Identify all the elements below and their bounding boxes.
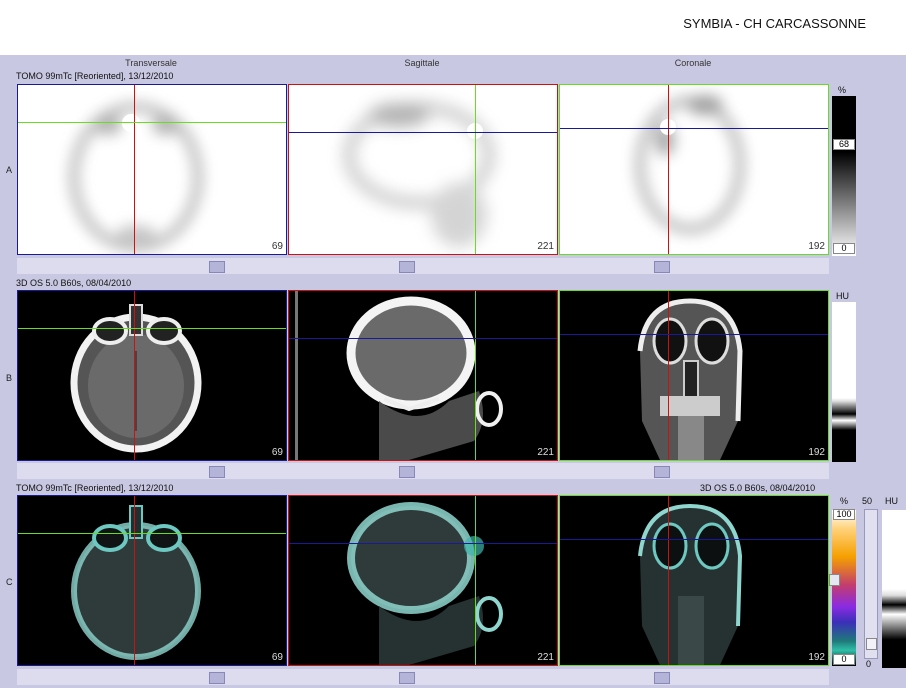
slice-scroll-thumb-coronal[interactable] [654, 466, 670, 478]
slice-number: 192 [808, 241, 825, 252]
slice-scroll-thumb-coronal[interactable] [654, 261, 670, 273]
crosshair-vertical[interactable] [134, 85, 135, 254]
row-letter-c: C [6, 577, 13, 587]
crosshair-vertical[interactable] [475, 291, 476, 460]
viewport-b-sagittal[interactable]: 221 [288, 290, 558, 461]
crosshair-horizontal[interactable] [18, 122, 286, 123]
slice-scroll-thumb-transversal[interactable] [209, 466, 225, 478]
slice-number: 221 [537, 241, 554, 252]
crosshair-vertical[interactable] [668, 85, 669, 254]
slice-scroll-thumb-sagittal[interactable] [399, 466, 415, 478]
crosshair-horizontal[interactable] [560, 128, 828, 129]
colorbar-a-unit: % [838, 85, 847, 95]
crosshair-horizontal[interactable] [560, 539, 828, 540]
slice-scroll-thumb-sagittal[interactable] [399, 261, 415, 273]
colorbar-b-unit: HU [836, 291, 849, 301]
crosshair-vertical[interactable] [475, 85, 476, 254]
column-label-coronal: Coronale [674, 58, 712, 68]
crosshair-vertical[interactable] [668, 496, 669, 665]
row-letter-a: A [6, 165, 13, 175]
row-letter-b: B [6, 373, 13, 383]
fusion-coronal-image [638, 503, 743, 665]
colorbar-c-slider-handle[interactable] [829, 574, 840, 586]
slice-scrollbar-row-a[interactable] [17, 258, 829, 274]
spect-sagittal-image [344, 102, 494, 247]
colorbar-b[interactable] [832, 302, 856, 462]
viewport-c-coronal[interactable]: 192 [559, 495, 829, 666]
series-label-row-b: 3D OS 5.0 B60s, 08/04/2010 [16, 278, 132, 288]
spect-transversal-image [69, 102, 203, 252]
slice-number: 192 [808, 652, 825, 663]
slice-number: 221 [537, 447, 554, 458]
viewport-b-coronal[interactable]: 192 [559, 290, 829, 461]
slice-scroll-thumb-sagittal[interactable] [399, 672, 415, 684]
slice-scroll-thumb-transversal[interactable] [209, 261, 225, 273]
crosshair-horizontal[interactable] [560, 334, 828, 335]
colorbar-c-max[interactable]: 100 [833, 509, 855, 520]
viewport-a-coronal[interactable]: 192 [559, 84, 829, 255]
colorbar-c-scale-bottom: 0 [866, 659, 872, 669]
colorbar-c-ct[interactable] [882, 510, 906, 668]
crosshair-horizontal[interactable] [289, 543, 557, 544]
crosshair-vertical[interactable] [475, 496, 476, 665]
viewport-a-sagittal[interactable]: 221 [288, 84, 558, 255]
viewport-c-sagittal[interactable]: 221 [288, 495, 558, 666]
crosshair-vertical[interactable] [134, 496, 135, 665]
column-label-transversal: Transversale [125, 58, 177, 68]
colorbar-a-min[interactable]: 0 [833, 243, 855, 254]
series-label-row-c-right: 3D OS 5.0 B60s, 08/04/2010 [700, 483, 816, 493]
slice-number: 69 [271, 241, 283, 252]
slice-number: 221 [537, 652, 554, 663]
ct-transversal-image [70, 304, 202, 453]
series-label-row-c-left: TOMO 99mTc [Reoriented], 13/12/2010 [16, 483, 174, 493]
blend-slider-track[interactable] [864, 509, 878, 659]
crosshair-horizontal[interactable] [18, 328, 286, 329]
colorbar-c-pet[interactable] [832, 510, 856, 666]
app-header: SYMBIA - CH CARCASSONNE [0, 0, 906, 55]
viewport-c-transversal[interactable]: 69 [17, 495, 287, 666]
ct-sagittal-image [295, 291, 503, 460]
ct-coronal-image [637, 298, 743, 460]
colorbar-c-min[interactable]: 0 [833, 654, 855, 665]
blend-slider-thumb[interactable] [866, 638, 877, 650]
slice-scrollbar-row-b[interactable] [17, 463, 829, 479]
column-label-sagittal: Sagittale [404, 58, 440, 68]
slice-scrollbar-row-c[interactable] [17, 669, 829, 685]
slice-scroll-thumb-coronal[interactable] [654, 672, 670, 684]
fusion-transversal-image [71, 505, 201, 660]
viewport-b-transversal[interactable]: 69 [17, 290, 287, 461]
series-label-row-a: TOMO 99mTc [Reoriented], 13/12/2010 [16, 71, 174, 81]
slice-number: 192 [808, 447, 825, 458]
viewport-a-transversal[interactable]: 69 [17, 84, 287, 255]
colorbar-a-level[interactable]: 68 [833, 139, 855, 150]
slice-scroll-thumb-transversal[interactable] [209, 672, 225, 684]
slice-number: 69 [271, 652, 283, 663]
site-title: SYMBIA - CH CARCASSONNE [683, 16, 866, 31]
colorbar-c-unit-left: % [840, 496, 849, 506]
crosshair-horizontal[interactable] [289, 338, 557, 339]
colorbar-c-scale-top: 50 [862, 496, 873, 506]
crosshair-horizontal[interactable] [18, 533, 286, 534]
fusion-sagittal-image [347, 502, 503, 665]
crosshair-vertical[interactable] [668, 291, 669, 460]
spect-coronal-image [635, 95, 745, 234]
colorbar-c-unit-right: HU [885, 496, 898, 506]
crosshair-horizontal[interactable] [289, 132, 557, 133]
colorbar-a[interactable] [832, 96, 856, 256]
crosshair-vertical[interactable] [134, 291, 135, 460]
slice-number: 69 [271, 447, 283, 458]
